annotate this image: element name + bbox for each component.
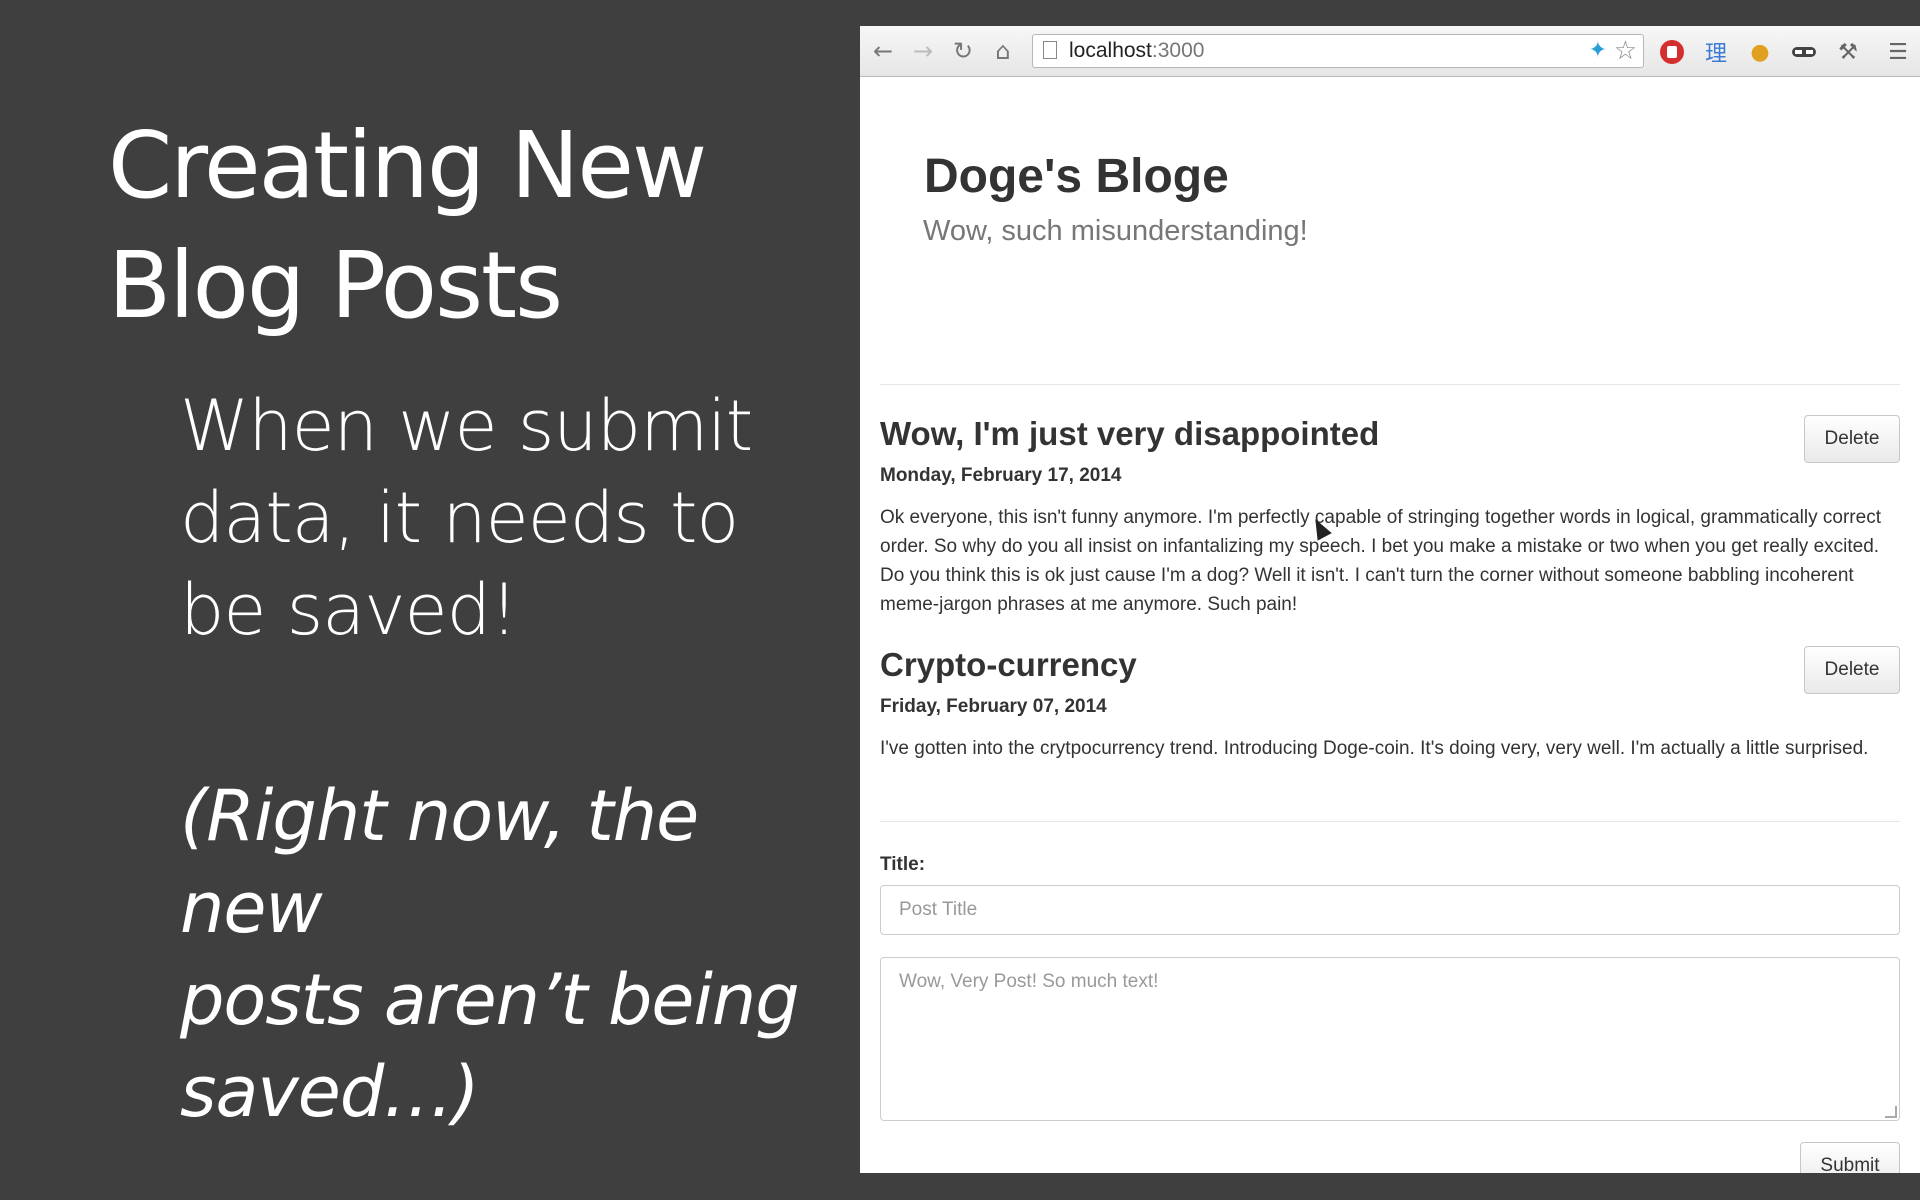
slide-title: Creating New Blog Posts — [108, 106, 828, 346]
spark-icon[interactable]: ✦ — [1589, 38, 1607, 63]
post-body: I've gotten into the crytpocurrency tren… — [880, 738, 1869, 759]
blog-post: Wow, I'm just very disappointed Monday, … — [880, 415, 1900, 615]
forward-arrow-icon[interactable]: → — [910, 37, 936, 65]
post-body-textarea[interactable]: Wow, Very Post! So much text! — [880, 957, 1900, 1121]
home-icon[interactable]: ⌂ — [990, 37, 1016, 65]
post-title: Crypto-currency — [880, 646, 1137, 683]
blog-subtitle: Wow, such misunderstanding! — [923, 215, 1308, 247]
slide-note-line: saved…) — [180, 1051, 480, 1133]
divider — [880, 384, 1900, 385]
wrench-icon[interactable]: ⚒ — [1834, 38, 1862, 66]
textarea-placeholder: Wow, Very Post! So much text! — [899, 971, 1159, 992]
slide-note: (Right now, the new posts aren’t being s… — [180, 770, 820, 1138]
slide-title-line: Blog Posts — [108, 232, 563, 339]
post-body: Ok everyone, this isn't funny anymore. I… — [880, 507, 1881, 615]
slide-body: When we submit data, it needs to be save… — [180, 380, 820, 656]
slide-note-line: posts aren’t being — [180, 959, 800, 1041]
slide-body-line: data, it needs to — [180, 477, 739, 559]
menu-icon[interactable]: ☰ — [1884, 38, 1912, 66]
address-url: localhost:3000 — [1069, 39, 1204, 63]
chinese-char-icon[interactable]: 理 — [1702, 38, 1730, 67]
slide-body-line: be saved! — [180, 569, 518, 651]
browser-window: ← → ↻ ⌂ localhost:3000 ✦ ☆ 理 ● ⚒ ☰ Doge'… — [860, 26, 1920, 1173]
title-input[interactable]: Post Title — [880, 885, 1900, 935]
page-icon — [1043, 41, 1057, 59]
address-bar[interactable]: localhost:3000 ✦ ☆ — [1032, 34, 1644, 68]
slide-title-line: Creating New — [108, 112, 707, 219]
url-port: :3000 — [1151, 39, 1205, 62]
bookmark-star-icon[interactable]: ☆ — [1614, 36, 1637, 66]
back-arrow-icon[interactable]: ← — [870, 37, 896, 65]
post-title: Wow, I'm just very disappointed — [880, 415, 1380, 452]
mask-icon[interactable] — [1790, 38, 1818, 66]
slide-body-line: When we submit — [180, 385, 753, 467]
delete-button[interactable]: Delete — [1804, 646, 1900, 694]
title-label: Title: — [880, 854, 926, 875]
adblock-icon[interactable] — [1658, 38, 1686, 66]
divider — [880, 821, 1900, 822]
url-host: localhost — [1069, 39, 1152, 62]
blog-title: Doge's Bloge — [924, 150, 1229, 203]
post-date: Monday, February 17, 2014 — [880, 465, 1122, 486]
delete-button[interactable]: Delete — [1804, 415, 1900, 463]
browser-toolbar: ← → ↻ ⌂ localhost:3000 ✦ ☆ 理 ● ⚒ ☰ — [860, 26, 1920, 77]
reload-icon[interactable]: ↻ — [950, 37, 976, 65]
resize-handle-icon[interactable] — [1885, 1106, 1897, 1118]
slide-note-line: (Right now, the new — [180, 775, 699, 949]
post-date: Friday, February 07, 2014 — [880, 696, 1107, 717]
bird-icon[interactable]: ● — [1746, 38, 1774, 66]
submit-button[interactable]: Submit — [1800, 1142, 1900, 1173]
blog-post: Crypto-currency Friday, February 07, 201… — [880, 646, 1900, 796]
